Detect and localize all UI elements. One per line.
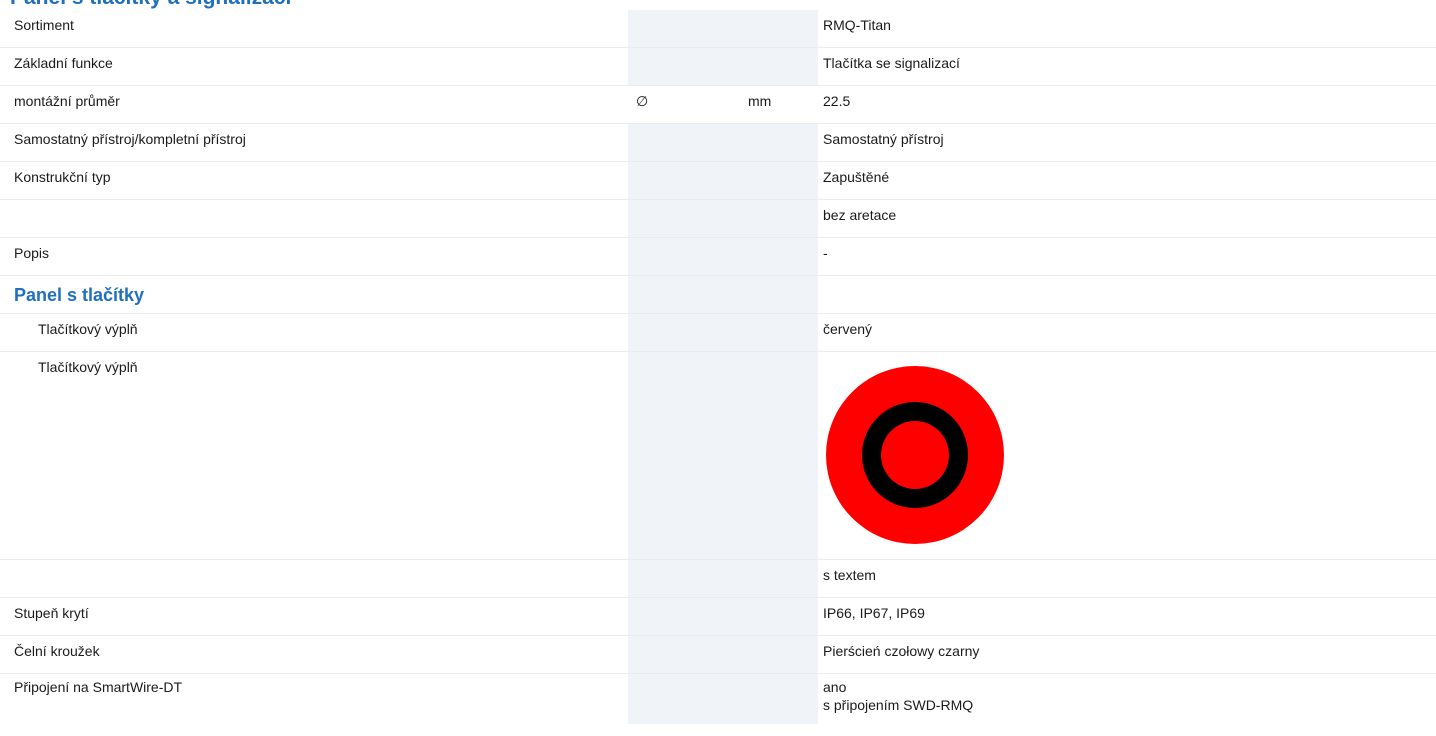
row-label: Tlačítkový výplň <box>38 359 138 375</box>
row-value: ano s připojením SWD-RMQ <box>818 674 1436 724</box>
section-title: Panel s tlačítky <box>14 285 145 305</box>
swatch-inner-disc <box>881 421 949 489</box>
spec-table: Sortiment RMQ-Titan Základní funkce Tlač… <box>0 10 1436 724</box>
row-value: RMQ-Titan <box>823 17 891 33</box>
unit-cell <box>628 276 818 313</box>
table-row: bez aretace <box>0 200 1436 238</box>
row-value <box>818 276 1436 313</box>
unit-cell <box>628 352 818 559</box>
row-label: Popis <box>14 245 50 261</box>
table-row: Čelní kroužek Pierścień czołowy czarny <box>0 636 1436 674</box>
row-label: Sortiment <box>14 17 74 33</box>
row-value: s textem <box>823 567 876 583</box>
table-row: s textem <box>0 560 1436 598</box>
row-value: Tlačítka se signalizací <box>823 55 960 71</box>
unit-cell <box>628 560 818 597</box>
row-value: Zapuštěné <box>823 169 890 185</box>
row-value: - <box>823 245 828 261</box>
row-value: Pierścień czołowy czarny <box>823 643 980 659</box>
unit-cell <box>628 636 818 673</box>
row-label <box>0 560 628 597</box>
unit-cell <box>628 200 818 237</box>
row-label: montážní průměr <box>14 93 120 109</box>
unit-cell <box>628 238 818 275</box>
table-row: Popis - <box>0 238 1436 276</box>
button-fill-swatch-image <box>826 366 1004 544</box>
row-label: Základní funkce <box>14 55 113 71</box>
unit-cell <box>628 162 818 199</box>
table-row: Základní funkce Tlačítka se signalizací <box>0 48 1436 86</box>
unit-label: mm <box>748 93 772 109</box>
row-label: Konstrukční typ <box>14 169 111 185</box>
row-label: Samostatný přístroj/kompletní přístroj <box>14 131 246 147</box>
row-value: 22.5 <box>823 93 851 109</box>
table-row: Stupeň krytí IP66, IP67, IP69 <box>0 598 1436 636</box>
section-header-row: Panel s tlačítky <box>0 276 1436 314</box>
value-line: s připojením SWD-RMQ <box>823 697 974 713</box>
unit-cell: ∅ mm <box>628 86 818 123</box>
page-title-area: Panel s tlačítky a signalizací <box>0 0 400 10</box>
unit-cell <box>628 124 818 161</box>
row-value: červený <box>823 321 873 337</box>
table-row: Samostatný přístroj/kompletní přístroj S… <box>0 124 1436 162</box>
row-value: Samostatný přístroj <box>823 131 944 147</box>
unit-cell <box>628 314 818 351</box>
unit-cell <box>628 48 818 85</box>
table-row: montážní průměr ∅ mm 22.5 <box>0 86 1436 124</box>
table-row: Tlačítkový výplň červený <box>0 314 1436 352</box>
row-label: Čelní kroužek <box>14 643 100 659</box>
row-value: IP66, IP67, IP69 <box>823 605 925 621</box>
table-row: Konstrukční typ Zapuštěné <box>0 162 1436 200</box>
unit-cell <box>628 674 818 724</box>
row-label: Připojení na SmartWire-DT <box>14 679 183 695</box>
table-row: Sortiment RMQ-Titan <box>0 10 1436 48</box>
unit-cell <box>628 598 818 635</box>
row-label: Stupeň krytí <box>14 605 89 621</box>
row-value: bez aretace <box>823 207 897 223</box>
page-title: Panel s tlačítky a signalizací <box>10 0 291 10</box>
table-row: Připojení na SmartWire-DT ano s připojen… <box>0 674 1436 724</box>
diameter-symbol: ∅ <box>636 93 649 109</box>
unit-cell <box>628 10 818 47</box>
row-label <box>0 200 628 237</box>
row-value <box>818 352 1436 559</box>
row-label: Tlačítkový výplň <box>38 321 138 337</box>
value-line: ano <box>823 679 847 695</box>
table-row: Tlačítkový výplň <box>0 352 1436 560</box>
